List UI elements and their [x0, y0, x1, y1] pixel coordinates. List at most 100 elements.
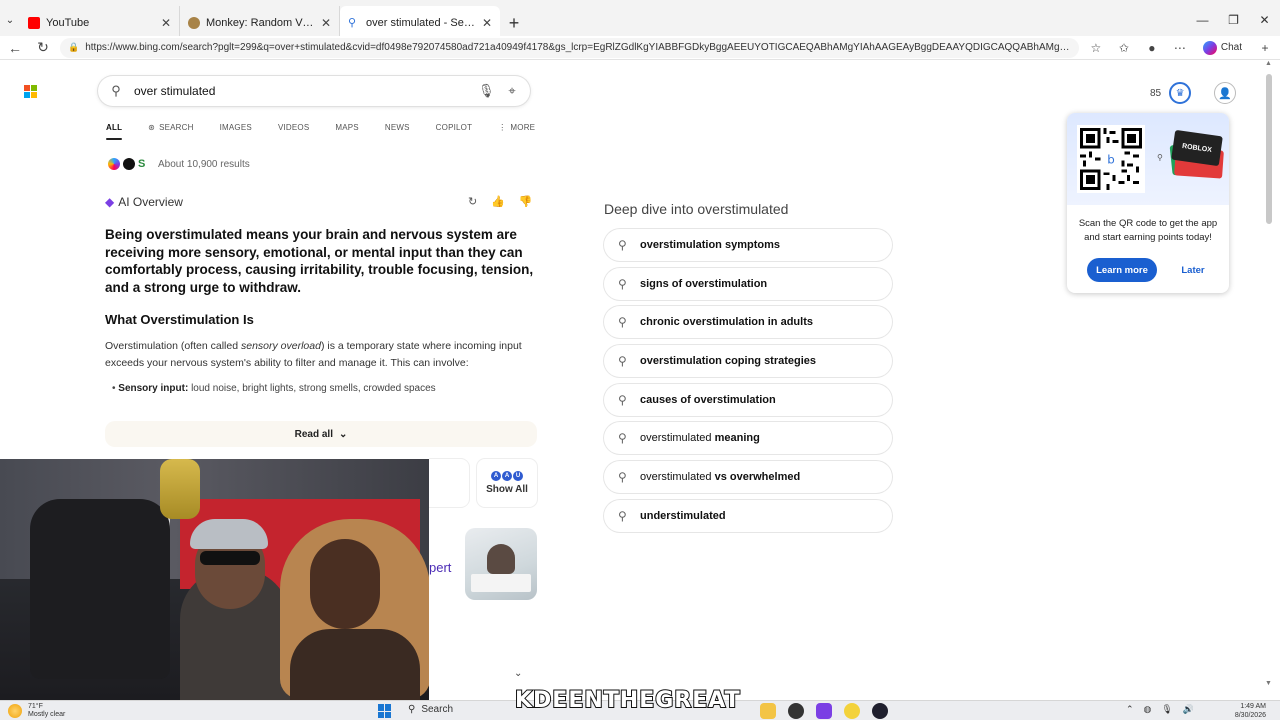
- weather-widget[interactable]: 71°F Mostly clear: [8, 703, 65, 719]
- bullet-label: Sensory input:: [118, 383, 189, 394]
- profile-avatar-icon[interactable]: ●: [1141, 41, 1163, 55]
- close-tab-icon[interactable]: ✕: [321, 16, 331, 30]
- tab-bing-search[interactable]: ⚲ over stimulated - Search ✕: [340, 6, 500, 40]
- gaming-chair: [30, 499, 170, 679]
- read-all-button[interactable]: Read all ⌄: [105, 421, 537, 447]
- source-icon: A: [491, 471, 501, 481]
- visual-studio-icon[interactable]: [816, 703, 832, 719]
- roblox-brand: ROBLOX: [1181, 142, 1213, 154]
- windows-start-icon[interactable]: [378, 704, 392, 718]
- search-icon: ⚲: [618, 315, 627, 330]
- search-icon: ⚲: [618, 238, 627, 252]
- microphone-icon[interactable]: 🎙: [478, 83, 495, 99]
- tab-maps[interactable]: MAPS: [335, 118, 358, 136]
- related-search-item[interactable]: ⚲ understimulated: [604, 500, 892, 532]
- search-input[interactable]: [134, 84, 468, 98]
- refresh-icon[interactable]: ↻: [32, 39, 54, 56]
- search-icon: ⚲: [618, 276, 627, 291]
- bullet-text: loud noise, bright lights, strong smells…: [188, 383, 436, 394]
- maximize-icon[interactable]: ❐: [1218, 0, 1249, 40]
- page-scrollbar[interactable]: ▲ ▼: [1264, 60, 1274, 690]
- show-all-label: Show All: [486, 484, 528, 495]
- streamer-name-overlay: KDEENTHEGREAT: [514, 687, 741, 714]
- related-search-item[interactable]: ⚲ causes of overstimulation: [604, 384, 892, 416]
- close-tab-icon[interactable]: ✕: [482, 16, 492, 30]
- related-search-item[interactable]: ⚲ overstimulation coping strategies: [604, 345, 892, 377]
- results-info: S About 10,900 results: [108, 158, 250, 170]
- search-icon[interactable]: ⚲: [108, 83, 124, 99]
- tab-strip: ⌄ YouTube ✕ Monkey: Random Video Chat | …: [0, 0, 1280, 40]
- related-search-item[interactable]: ⚲ chronic overstimulation in adults: [604, 306, 892, 338]
- visual-search-icon[interactable]: ⌖: [504, 83, 520, 99]
- temperature: 71°F: [28, 703, 43, 710]
- checkmark-app-icon[interactable]: [844, 703, 860, 719]
- tab-youtube[interactable]: YouTube ✕: [20, 6, 180, 40]
- file-explorer-icon[interactable]: [760, 703, 776, 719]
- new-tab-button[interactable]: +: [500, 6, 528, 40]
- source-card[interactable]: [429, 459, 469, 507]
- tab-videos[interactable]: VIDEOS: [278, 118, 309, 136]
- app-promo-popup: b ⚲ ROBLOX Scan the QR code to get the a…: [1067, 113, 1229, 293]
- thumbs-down-icon[interactable]: 👎: [519, 195, 533, 208]
- minimize-icon[interactable]: —: [1187, 0, 1218, 40]
- tab-news[interactable]: NEWS: [385, 118, 410, 136]
- network-icon[interactable]: ◍: [1144, 704, 1152, 715]
- close-window-icon[interactable]: ✕: [1249, 0, 1280, 40]
- related-label: signs of overstimulation: [640, 277, 768, 290]
- related-search-item[interactable]: ⚲ overstimulation symptoms: [604, 229, 892, 261]
- learn-more-button[interactable]: Learn more: [1087, 258, 1157, 282]
- rewards-area[interactable]: 85 ♛: [1150, 82, 1192, 104]
- ai-overview-bullet: • Sensory input: loud noise, bright ligh…: [112, 383, 436, 394]
- taskbar-apps: [760, 703, 888, 719]
- related-label: understimulated: [640, 509, 726, 522]
- lock-icon[interactable]: 🔒: [68, 42, 79, 53]
- show-hidden-icons-icon[interactable]: ⌃: [1126, 704, 1134, 715]
- tab-images[interactable]: IMAGES: [220, 118, 252, 136]
- favorites-icon[interactable]: ✩: [1113, 41, 1135, 55]
- tab-more[interactable]: ⋮ MORE: [498, 118, 535, 136]
- copilot-source-icon: [108, 158, 120, 170]
- url-field[interactable]: 🔒 https://www.bing.com/search?pglt=299&q…: [60, 37, 1079, 58]
- later-button[interactable]: Later: [1173, 258, 1213, 282]
- result-link-fragment[interactable]: pert: [429, 560, 451, 575]
- rewards-trophy-icon[interactable]: ♛: [1169, 82, 1192, 104]
- thumbs-up-icon[interactable]: 👍: [491, 195, 505, 208]
- gold-balloon: [160, 459, 200, 519]
- chevron-down-icon[interactable]: ⌄: [514, 668, 522, 679]
- tab-all[interactable]: ALL: [106, 118, 123, 140]
- result-thumbnail[interactable]: [465, 528, 537, 600]
- favorite-star-icon[interactable]: ☆: [1085, 41, 1107, 55]
- back-icon[interactable]: ←: [4, 40, 26, 56]
- taskbar-search[interactable]: ⚲ Search: [408, 704, 453, 715]
- sign-in-icon[interactable]: 👤: [1214, 82, 1236, 104]
- copilot-chat-button[interactable]: Chat: [1197, 40, 1248, 55]
- sidebar-add-icon[interactable]: +: [1254, 41, 1276, 55]
- related-search-item[interactable]: ⚲ overstimulated vs overwhelmed: [604, 461, 892, 493]
- scrollbar-thumb[interactable]: [1266, 74, 1272, 224]
- show-all-sources-button[interactable]: AAU Show All: [477, 459, 537, 507]
- media-player-icon[interactable]: [872, 703, 888, 719]
- tab-search[interactable]: ⊛ SEARCH: [148, 118, 193, 136]
- search-favicon-icon: ⚲: [348, 17, 357, 29]
- more-menu-icon[interactable]: ⋯: [1169, 41, 1191, 55]
- search-icon: ⚲: [618, 354, 627, 369]
- thumbnail-person: [487, 544, 515, 574]
- tab-actions-menu-icon[interactable]: ⌄: [0, 0, 20, 40]
- search-icon: ⚲: [618, 470, 627, 485]
- ai-overview-tools: ↻ 👍 👎: [468, 195, 533, 208]
- obs-icon[interactable]: [788, 703, 804, 719]
- tab-label: MAPS: [335, 122, 359, 132]
- clock[interactable]: 1:49 AM 8/30/2026: [1226, 702, 1266, 720]
- tab-monkey[interactable]: Monkey: Random Video Chat | Tal ✕: [180, 6, 340, 40]
- regenerate-icon[interactable]: ↻: [468, 195, 477, 208]
- microphone-icon[interactable]: 🎙: [1161, 704, 1172, 715]
- tab-copilot[interactable]: COPILOT: [436, 118, 473, 136]
- scroll-up-icon[interactable]: ▲: [1265, 60, 1272, 67]
- related-search-item[interactable]: ⚲ signs of overstimulation: [604, 268, 892, 300]
- source-icon: A: [502, 471, 512, 481]
- volume-icon[interactable]: 🔊: [1183, 704, 1194, 715]
- related-search-item[interactable]: ⚲ overstimulated meaning: [604, 422, 892, 454]
- close-tab-icon[interactable]: ✕: [161, 16, 171, 30]
- microsoft-logo-icon[interactable]: [24, 85, 37, 98]
- scroll-down-icon[interactable]: ▼: [1265, 680, 1272, 687]
